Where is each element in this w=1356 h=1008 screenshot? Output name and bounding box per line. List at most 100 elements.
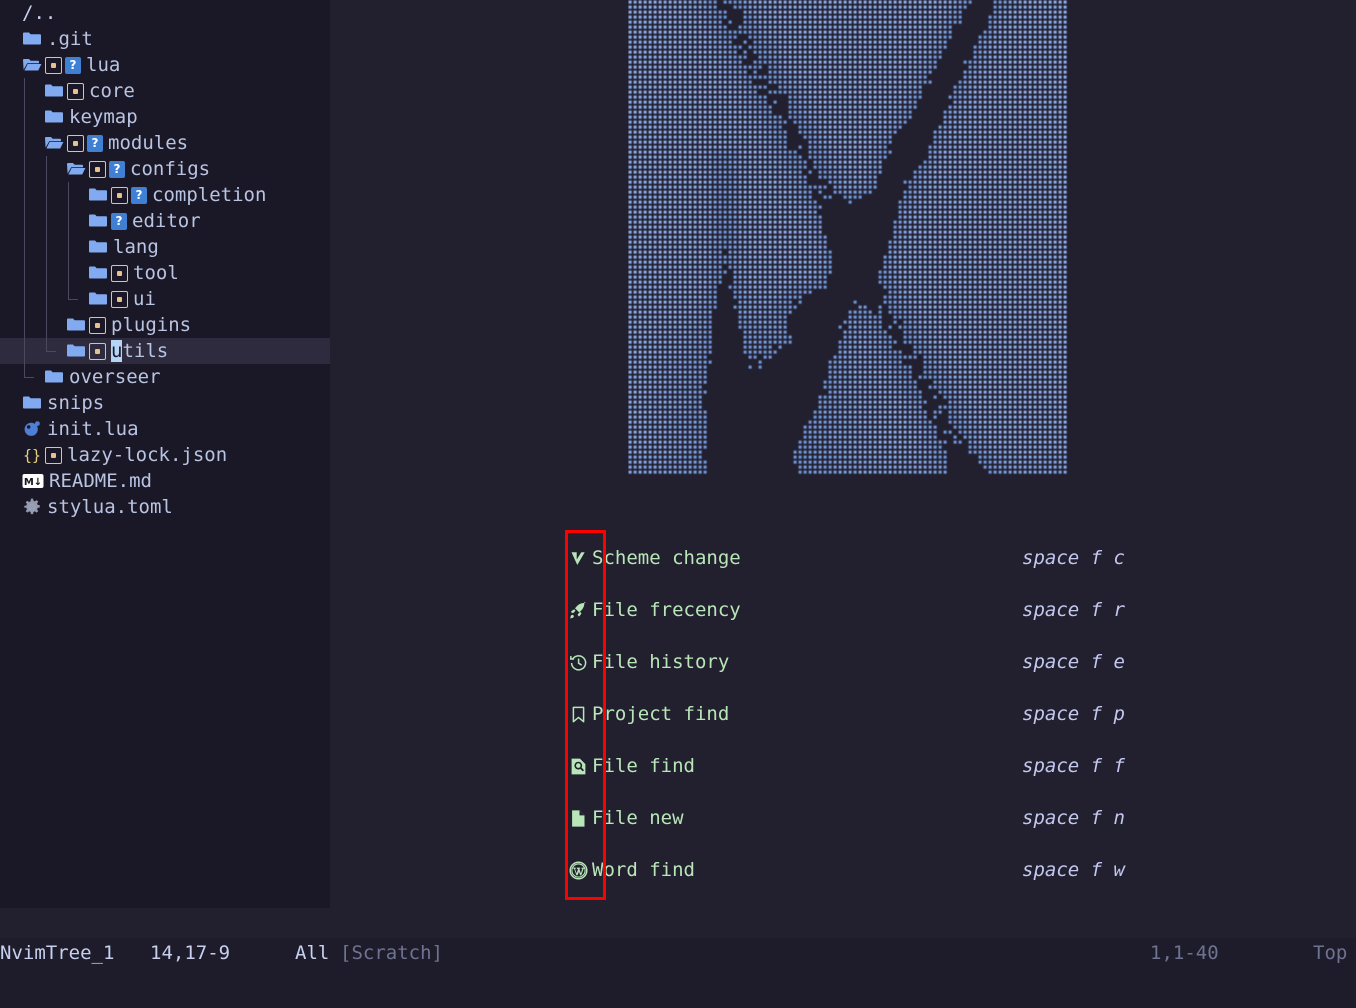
git-untracked-badge-icon: ? <box>87 134 103 152</box>
tree-root-row[interactable]: /.. <box>0 0 330 26</box>
tree-item-label: configs <box>130 158 211 180</box>
tree-item-ui[interactable]: ui <box>0 286 330 312</box>
folder-closed-icon <box>66 341 86 361</box>
tree-indent-guides <box>0 468 22 494</box>
tree-item-label: lang <box>113 236 159 258</box>
tree-item-label: snips <box>47 392 105 414</box>
folder-open-icon <box>66 159 86 179</box>
tree-item-configs[interactable]: ? configs <box>0 156 330 182</box>
lua-file-icon <box>22 419 42 439</box>
folder-closed-icon <box>88 263 108 283</box>
tree-indent-guides <box>0 390 22 416</box>
folder-closed-icon <box>88 185 108 205</box>
tree-item-completion[interactable]: ? completion <box>0 182 330 208</box>
statusline: NvimTree_1 14,17-9 All [Scratch] 1,1-40 … <box>0 938 1356 968</box>
tree-item-modules[interactable]: ? modules <box>0 130 330 156</box>
menu-item-keybind: space f w <box>1022 859 1125 881</box>
folder-closed-icon <box>44 81 64 101</box>
folder-closed-icon <box>44 367 64 387</box>
menu-item-keybind: space f p <box>1022 703 1125 725</box>
tree-item-label: plugins <box>111 314 192 336</box>
checkmark-icon <box>569 549 591 568</box>
folder-open-icon <box>22 55 42 75</box>
tree-item-label: core <box>89 80 135 102</box>
svg-text:M↓: M↓ <box>24 477 42 488</box>
menu-item-scheme-change[interactable]: Scheme change space f c <box>330 532 1356 584</box>
bookmark-icon <box>569 705 591 724</box>
tree-item-readme-md[interactable]: M↓ README.md <box>0 468 330 494</box>
tree-item-label: tool <box>133 262 179 284</box>
tree-item-overseer[interactable]: overseer <box>0 364 330 390</box>
menu-item-keybind: space f f <box>1022 755 1125 777</box>
menu-item-word-find[interactable]: Word find space f w <box>330 844 1356 896</box>
tree-item-label: .git <box>47 28 93 50</box>
neovim-window: /.. .git? lua core keymap? modules? configs? c… <box>0 0 1356 1008</box>
git-modified-badge-icon <box>111 264 128 282</box>
statusline-right-cursor-pos: 1,1-40 <box>1150 942 1219 964</box>
git-modified-badge-icon <box>89 316 106 334</box>
menu-item-label: Word find <box>592 859 695 881</box>
folder-closed-icon <box>88 211 108 231</box>
menu-item-keybind: space f n <box>1022 807 1125 829</box>
git-modified-badge-icon <box>67 134 84 152</box>
tree-item-label: init.lua <box>47 418 139 440</box>
git-untracked-badge-icon: ? <box>131 186 147 204</box>
tree-item-lang[interactable]: lang <box>0 234 330 260</box>
tree-item-snips[interactable]: snips <box>0 390 330 416</box>
file-tree-sidebar[interactable]: /.. .git? lua core keymap? modules? configs? c… <box>0 0 330 908</box>
tree-item-init-lua[interactable]: init.lua <box>0 416 330 442</box>
menu-item-label: File new <box>592 807 684 829</box>
svg-text:{}: {} <box>23 447 41 465</box>
menu-item-file-new[interactable]: File new space f n <box>330 792 1356 844</box>
dashboard-menu[interactable]: Scheme change space f c File frecency space… <box>330 532 1356 896</box>
statusline-cursor-pos: 14,17-9 <box>150 942 231 964</box>
menu-item-project-find[interactable]: Project find space f p <box>330 688 1356 740</box>
json-file-icon: {} <box>22 445 42 465</box>
tree-item-label: completion <box>152 184 267 206</box>
command-line[interactable] <box>0 968 1356 1008</box>
git-modified-badge-icon <box>89 160 106 178</box>
tree-item-plugins[interactable]: plugins <box>0 312 330 338</box>
tree-indent-guides <box>0 78 44 104</box>
ascii-art-banner <box>628 0 1070 496</box>
tree-item--git[interactable]: .git <box>0 26 330 52</box>
git-modified-badge-icon <box>45 56 62 74</box>
tree-item-stylua-toml[interactable]: stylua.toml <box>0 494 330 520</box>
tree-item-lazy-lock-json[interactable]: {} lazy-lock.json <box>0 442 330 468</box>
tree-item-label: README.md <box>49 470 152 492</box>
tree-indent-guides <box>0 312 66 338</box>
tree-item-keymap[interactable]: keymap <box>0 104 330 130</box>
tree-indent-guides <box>0 364 44 390</box>
file-search-icon <box>569 757 591 776</box>
tree-item-label: overseer <box>69 366 161 388</box>
menu-item-file-find[interactable]: File find space f f <box>330 740 1356 792</box>
statusline-scroll-pct: All <box>295 942 330 964</box>
menu-item-keybind: space f e <box>1022 651 1125 673</box>
statusline-right-scroll-pct: Top <box>1313 942 1348 964</box>
statusline-buffer-name: NvimTree_1 <box>0 942 115 964</box>
menu-item-file-history[interactable]: File history space f e <box>330 636 1356 688</box>
tree-item-label: keymap <box>69 106 138 128</box>
git-modified-badge-icon <box>111 290 128 308</box>
tree-item-label: ui <box>133 288 156 310</box>
tree-indent-guides <box>0 208 88 234</box>
menu-item-label: File find <box>592 755 695 777</box>
wordpress-icon <box>569 860 591 880</box>
git-modified-badge-icon <box>89 342 106 360</box>
folder-closed-icon <box>88 237 108 257</box>
menu-item-file-frecency[interactable]: File frecency space f r <box>330 584 1356 636</box>
dashboard-panel: Scheme change space f c File frecency space… <box>330 0 1356 908</box>
folder-closed-icon <box>88 289 108 309</box>
rocket-icon <box>569 601 591 620</box>
tree-item-editor[interactable]: ? editor <box>0 208 330 234</box>
tree-item-label: modules <box>108 132 189 154</box>
git-modified-badge-icon <box>67 82 84 100</box>
tree-item-utils[interactable]: utils <box>0 338 330 364</box>
tree-item-tool[interactable]: tool <box>0 260 330 286</box>
tree-item-core[interactable]: core <box>0 78 330 104</box>
tree-indent-guides <box>0 234 88 260</box>
tree-item-lua[interactable]: ? lua <box>0 52 330 78</box>
git-modified-badge-icon <box>45 446 62 464</box>
tree-item-label: stylua.toml <box>47 496 173 518</box>
markdown-file-icon: M↓ <box>22 473 44 489</box>
